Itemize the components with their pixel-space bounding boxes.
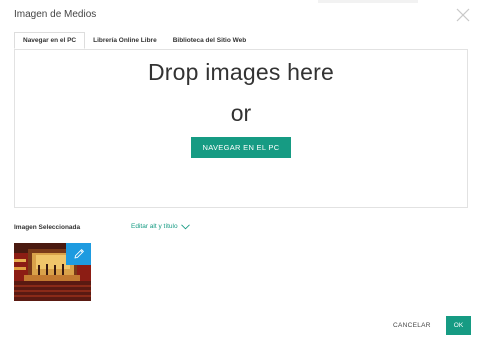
edit-image-button[interactable]: [66, 243, 91, 265]
drop-headline: Drop images here: [147, 59, 334, 85]
edit-alt-title-link[interactable]: Editar alt y título: [131, 223, 190, 230]
close-button[interactable]: [455, 7, 471, 23]
cancel-button[interactable]: CANCELAR: [393, 318, 431, 333]
browse-pc-button[interactable]: NAVEGAR EN EL PC: [191, 137, 291, 158]
drop-zone[interactable]: Drop images here or NAVEGAR EN EL PC: [14, 49, 468, 208]
dialog-title: Imagen de Medios: [14, 9, 97, 20]
tab-browse-pc[interactable]: Navegar en el PC: [14, 32, 86, 49]
edit-alt-title-label: Editar alt y título: [131, 223, 178, 230]
tab-bar: Navegar en el PC Librería Online Libre B…: [14, 32, 254, 49]
drop-or-text: or: [230, 100, 252, 126]
tab-free-online-library[interactable]: Librería Online Libre: [85, 32, 165, 49]
chevron-down-icon: [180, 223, 190, 229]
selected-image-thumbnail[interactable]: [14, 243, 91, 301]
tab-site-library[interactable]: Biblioteca del Sitio Web: [165, 32, 255, 49]
pencil-icon: [74, 249, 84, 259]
close-icon: [456, 8, 470, 22]
ok-button[interactable]: OK: [446, 316, 471, 335]
top-bar-fragment: [318, 0, 418, 3]
selected-image-label: Imagen Seleccionada: [14, 224, 81, 231]
